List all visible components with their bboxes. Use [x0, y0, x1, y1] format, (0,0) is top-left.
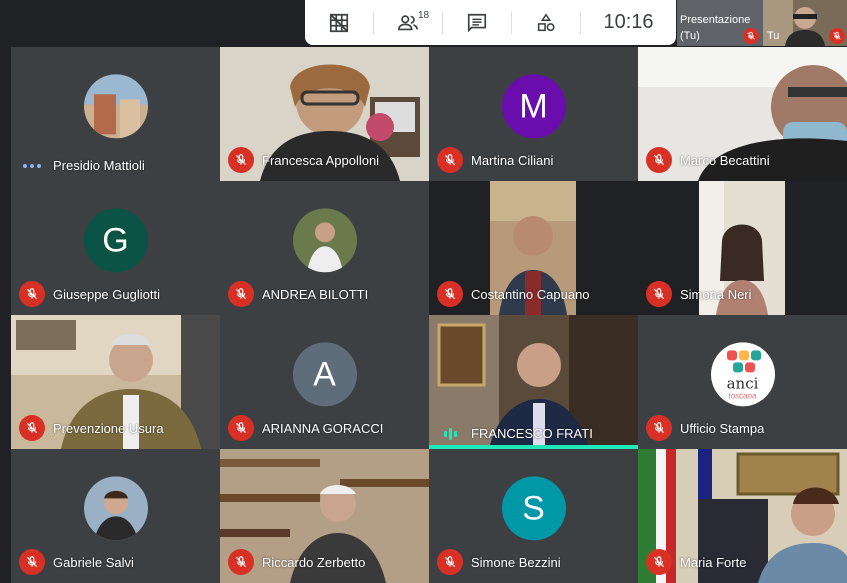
participant-tile[interactable]: Presidio Mattioli: [11, 47, 220, 181]
mic-off-icon: [19, 415, 45, 441]
meeting-stage: 18 10:16 Presentazione (Tu) Tu Presidio …: [0, 0, 847, 583]
participant-name: Martina Ciliani: [471, 152, 554, 168]
participant-name-row: ANDREA BILOTTI: [228, 281, 368, 307]
top-toolbar: 18 10:16: [305, 0, 676, 45]
participant-name: Simone Bezzini: [471, 554, 561, 570]
mic-off-icon: [437, 549, 463, 575]
participant-name-row: Gabriele Salvi: [19, 549, 134, 575]
self-view-label: Tu: [767, 30, 780, 42]
participant-count-badge: 18: [418, 10, 430, 21]
presentation-tile[interactable]: Presentazione (Tu): [677, 0, 763, 46]
anci-logo-text: anci: [726, 374, 759, 393]
participant-tile[interactable]: Gabriele Salvi: [11, 449, 220, 583]
participant-name: ARIANNA GORACCI: [262, 420, 384, 436]
participant-name: Giuseppe Gugliotti: [53, 286, 160, 302]
participant-name: Simona Neri: [680, 286, 752, 302]
participant-tile[interactable]: Maria Forte: [638, 449, 847, 583]
participant-name: Maria Forte: [680, 554, 747, 570]
mic-off-icon: [437, 281, 463, 307]
anci-logo-subtext: toscana: [728, 391, 757, 401]
participant-name: Gabriele Salvi: [53, 554, 134, 570]
participant-avatar-photo: [292, 208, 357, 273]
participant-name: Riccardo Zerbetto: [262, 554, 366, 570]
mic-off-icon: [228, 549, 254, 575]
participant-name-row: Giuseppe Gugliotti: [19, 281, 160, 307]
participant-name-row: Presidio Mattioli: [19, 158, 145, 173]
people-icon: [398, 14, 418, 30]
presentation-label: Presentazione: [680, 14, 751, 26]
mic-off-icon: [646, 415, 672, 441]
participant-avatar-initial: M: [501, 74, 566, 139]
presentation-owner-label: (Tu): [680, 30, 700, 42]
mic-off-icon: [646, 549, 672, 575]
tile-layout-button[interactable]: [305, 0, 373, 45]
participant-name-row: Martina Ciliani: [437, 147, 553, 173]
mic-off-icon: [437, 147, 463, 173]
participant-avatar-initial: G: [83, 208, 148, 273]
participant-tile[interactable]: Simona Neri: [638, 181, 847, 315]
participant-name: Prevenzione Usura: [53, 420, 164, 436]
participant-tile[interactable]: S Simone Bezzini: [429, 449, 638, 583]
participant-name: Marco Becattini: [680, 152, 770, 168]
grid-off-icon: [329, 13, 349, 32]
mic-off-icon: [743, 28, 759, 44]
participant-tile[interactable]: Costantino Capuano: [429, 181, 638, 315]
participant-name: Francesca Appolloni: [262, 152, 380, 168]
meeting-clock: 10:16: [603, 11, 654, 33]
anci-logo: anci toscana: [710, 342, 775, 407]
participant-tile[interactable]: ANDREA BILOTTI: [220, 181, 429, 315]
participant-name-row: Simone Bezzini: [437, 549, 561, 575]
people-button[interactable]: 18: [374, 0, 442, 45]
participant-tile[interactable]: Riccardo Zerbetto: [220, 449, 429, 583]
mic-off-icon: [19, 549, 45, 575]
activities-button[interactable]: [512, 0, 580, 45]
mic-off-icon: [228, 147, 254, 173]
participant-tile[interactable]: Prevenzione Usura: [11, 315, 220, 449]
participant-avatar-initial: A: [292, 342, 357, 407]
participant-tile[interactable]: anci toscana Ufficio Stampa: [638, 315, 847, 449]
mic-off-icon: [646, 281, 672, 307]
participant-tile[interactable]: G Giuseppe Gugliotti: [11, 181, 220, 315]
participant-name-row: Riccardo Zerbetto: [228, 549, 365, 575]
participant-name: Costantino Capuano: [471, 286, 590, 302]
participant-avatar-initial: S: [501, 476, 566, 541]
chat-icon: [467, 13, 487, 32]
participant-name-row: Ufficio Stampa: [646, 415, 764, 441]
mic-off-icon: [646, 147, 672, 173]
participant-tile[interactable]: FRANCESCO FRATI: [429, 315, 638, 449]
chat-button[interactable]: [443, 0, 511, 45]
participant-name: Ufficio Stampa: [680, 420, 765, 436]
participant-name: FRANCESCO FRATI: [471, 426, 593, 441]
participant-name: Presidio Mattioli: [53, 158, 145, 173]
participant-tile[interactable]: A ARIANNA GORACCI: [220, 315, 429, 449]
participant-name-row: Maria Forte: [646, 549, 746, 575]
participant-tile[interactable]: Francesca Appolloni: [220, 47, 429, 181]
participant-tile[interactable]: M Martina Ciliani: [429, 47, 638, 181]
self-view-tile[interactable]: Tu: [763, 0, 847, 46]
participant-name-row: Simona Neri: [646, 281, 752, 307]
mic-off-icon: [228, 281, 254, 307]
mic-off-icon: [19, 281, 45, 307]
audio-dots-icon: [19, 163, 45, 168]
participant-name-row: Marco Becattini: [646, 147, 770, 173]
participant-grid: Presidio Mattioli Francesca Appolloni M Mar…: [11, 47, 847, 583]
participant-tile[interactable]: Marco Becattini: [638, 47, 847, 181]
participant-name: ANDREA BILOTTI: [262, 286, 369, 302]
participant-avatar-photo: [83, 476, 148, 541]
participant-avatar-photo: [83, 74, 148, 139]
participant-name-row: ARIANNA GORACCI: [228, 415, 383, 441]
participant-name-row: Prevenzione Usura: [19, 415, 164, 441]
participant-name-row: FRANCESCO FRATI: [437, 426, 593, 441]
activities-icon: [537, 12, 555, 31]
mic-off-icon: [228, 415, 254, 441]
participant-name-row: Francesca Appolloni: [228, 147, 379, 173]
speaking-indicator-icon: [437, 427, 463, 440]
participant-name-row: Costantino Capuano: [437, 281, 590, 307]
mic-off-icon: [829, 28, 845, 44]
